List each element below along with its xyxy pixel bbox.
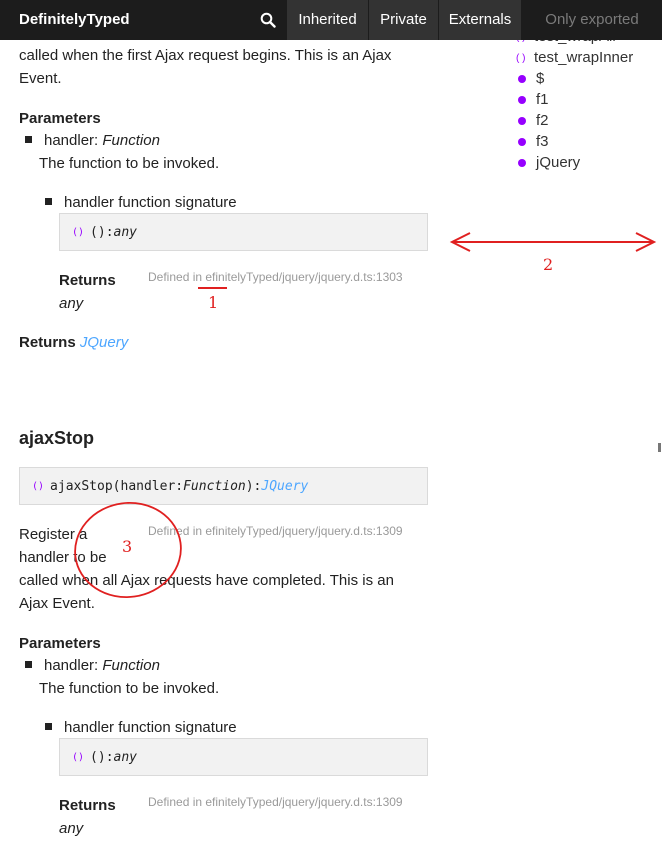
dot-icon — [518, 159, 526, 168]
parameter-item: handler: Function — [25, 654, 160, 677]
dot-icon — [518, 75, 526, 84]
page: ( )test_wrapAll ( )test_wrapInner $ f1 f… — [0, 0, 662, 856]
defined-in-link[interactable]: Defined in efinitelyTyped/jquery/jquery.… — [148, 270, 403, 284]
sidebar-item-test-wrapinner[interactable]: ( ) test_wrapInner — [516, 47, 633, 68]
top-toolbar: DefinitelyTyped Inherited Private Extern… — [0, 0, 662, 40]
ajaxstart-description-line: called when the first Ajax request begin… — [19, 47, 392, 64]
scrollbar-thumb[interactable] — [658, 443, 661, 452]
sidebar-item-jquery[interactable]: jQuery — [516, 152, 633, 173]
parameter-description: The function to be invoked. — [39, 155, 220, 172]
parens-icon: () — [72, 226, 85, 238]
parameters-heading: Parameters — [19, 110, 101, 127]
sidebar-item-f3[interactable]: f3 — [516, 131, 633, 152]
toggle-private[interactable]: Private — [369, 0, 438, 40]
bullet-icon — [25, 660, 32, 668]
toggle-externals[interactable]: Externals — [439, 0, 521, 40]
parens-icon: () — [32, 480, 45, 492]
jquery-type-link[interactable]: JQuery — [261, 479, 308, 494]
parameters-heading: Parameters — [19, 635, 101, 652]
returns-value: any — [59, 820, 84, 837]
toggle-only-exported[interactable]: Only exported — [522, 0, 662, 40]
bullet-icon — [25, 135, 32, 143]
annotation-number-1: 1 — [208, 293, 219, 312]
defined-in-link[interactable]: Defined in efinitelyTyped/jquery/jquery.… — [148, 795, 403, 809]
dot-icon — [518, 96, 526, 105]
signature-item: handler function signature — [45, 191, 237, 214]
section-title: ajaxStop — [19, 428, 95, 448]
returns-value: any — [59, 295, 84, 312]
search-icon — [260, 12, 276, 28]
parens-icon: ( ) — [516, 52, 526, 64]
parameter-item: handler: Function — [25, 129, 160, 152]
dot-icon — [518, 117, 526, 126]
jquery-type-link[interactable]: JQuery — [80, 334, 128, 351]
annotation-number-3: 3 — [122, 537, 133, 556]
toggle-inherited[interactable]: Inherited — [287, 0, 368, 40]
bullet-icon — [45, 197, 52, 205]
parens-icon: () — [72, 751, 85, 763]
returns-label: Returns — [59, 797, 116, 814]
sidebar-item-dollar[interactable]: $ — [516, 68, 633, 89]
sidebar-list: ( )test_wrapAll ( )test_wrapInner $ f1 f… — [516, 26, 633, 173]
annotation-number-2: 2 — [543, 255, 554, 274]
sidebar-item-f1[interactable]: f1 — [516, 89, 633, 110]
ajaxstop-description-line: handler to be — [19, 549, 107, 566]
sidebar-item-f2[interactable]: f2 — [516, 110, 633, 131]
bullet-icon — [45, 722, 52, 730]
method-signature-box: () ajaxStop(handler: Function): JQuery — [19, 467, 428, 505]
defined-in-link[interactable]: Defined in efinitelyTyped/jquery/jquery.… — [148, 524, 403, 538]
method-returns: Returns JQuery — [19, 334, 129, 351]
ajaxstop-description-line: Register a — [19, 526, 88, 543]
ajaxstop-description-line: Ajax Event. — [19, 595, 95, 612]
ajaxstop-description-line: called when all Ajax requests have compl… — [19, 572, 394, 589]
parameter-description: The function to be invoked. — [39, 680, 220, 697]
search-button[interactable] — [250, 0, 286, 40]
signature-item: handler function signature — [45, 716, 237, 739]
brand-title[interactable]: DefinitelyTyped — [19, 0, 130, 40]
ajaxstart-description-line: Event. — [19, 70, 62, 87]
returns-label: Returns — [59, 272, 116, 289]
signature-code-box: () (): any — [59, 738, 428, 776]
signature-code-box: () (): any — [59, 213, 428, 251]
double-arrow-annotation — [449, 232, 657, 252]
dot-icon — [518, 138, 526, 147]
